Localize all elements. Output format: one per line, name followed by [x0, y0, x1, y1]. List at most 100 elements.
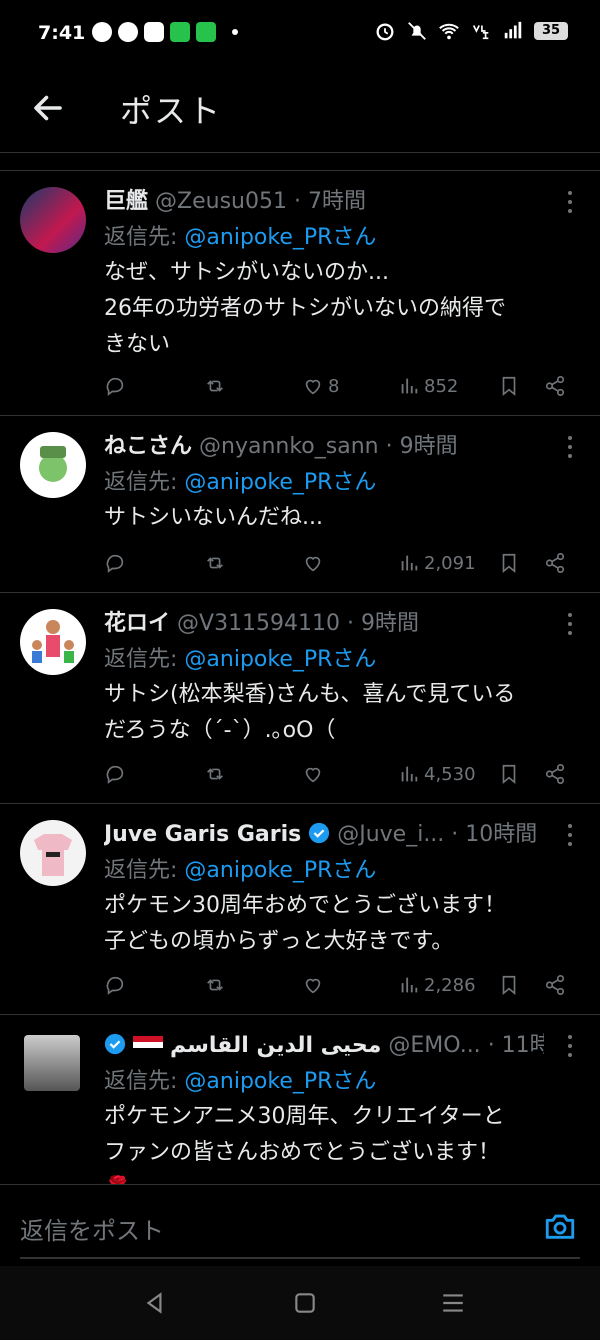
avatar[interactable] — [20, 820, 86, 886]
share-button[interactable] — [544, 759, 566, 789]
reply-prefix: 返信先: — [104, 647, 178, 672]
view-count: 2,286 — [424, 974, 476, 996]
views-icon — [401, 977, 418, 993]
views-button[interactable]: 2,286 — [398, 970, 476, 1000]
reply-feed[interactable]: 巨艦 @Zeusu051 · 7時間 返信先: @anipoke_PRさん なぜ… — [0, 170, 600, 1185]
like-button[interactable] — [302, 548, 324, 578]
bookmark-button[interactable] — [498, 548, 520, 578]
nav-back-icon[interactable] — [142, 1290, 168, 1316]
more-icon[interactable] — [566, 824, 574, 850]
like-button[interactable] — [302, 759, 324, 789]
more-icon[interactable] — [566, 1035, 574, 1061]
like-count: 8 — [328, 375, 340, 397]
post-line: ポケモン30周年おめでとうございます！ — [104, 893, 506, 918]
post-header: محيى الدين القاسم @EMO... · 11時間 — [104, 1027, 544, 1059]
input-underline — [20, 1257, 580, 1259]
post-text: サトシ(松本梨香)さんも、喜んで見ている だろうな（´-`）.｡oO（ — [104, 677, 574, 749]
share-icon — [545, 376, 565, 396]
view-count: 4,530 — [424, 763, 476, 785]
post-line: ファンの皆さんおめでとうございます！ — [104, 1140, 501, 1165]
share-icon — [545, 975, 565, 995]
post-text: なぜ、サトシがいないのか... 26年の功労者のサトシがいないの納得で きない — [104, 255, 574, 363]
repost-button[interactable] — [204, 759, 226, 789]
views-button[interactable]: 2,091 — [398, 548, 476, 578]
bookmark-icon — [502, 376, 516, 397]
back-arrow-icon[interactable] — [30, 90, 66, 126]
repost-icon — [207, 979, 223, 991]
avatar[interactable] — [20, 609, 86, 675]
views-button[interactable]: 4,530 — [398, 759, 476, 789]
reply-input[interactable]: 返信をポスト — [20, 1211, 164, 1246]
reply-button[interactable] — [104, 548, 126, 578]
post-time: · 9時間 — [385, 434, 458, 459]
reply-mention[interactable]: @anipoke_PRさん — [184, 225, 376, 250]
bookmark-button[interactable] — [498, 759, 520, 789]
user-handle[interactable]: @V311594110 — [177, 611, 340, 636]
post-line: ポケモンアニメ30周年、クリエイターと — [104, 1104, 505, 1129]
repost-button[interactable] — [204, 548, 226, 578]
share-button[interactable] — [544, 548, 566, 578]
more-icon[interactable] — [566, 191, 574, 217]
more-icon[interactable] — [566, 436, 574, 462]
share-button[interactable] — [544, 371, 566, 401]
camera-icon[interactable] — [542, 1209, 578, 1243]
display-name[interactable]: 巨艦 — [104, 189, 148, 214]
views-button[interactable]: 852 — [398, 371, 458, 401]
like-icon — [305, 978, 321, 994]
post-time: · 7時間 — [293, 189, 366, 214]
bookmark-button[interactable] — [498, 970, 520, 1000]
display-name[interactable]: محيى الدين القاسم — [170, 1033, 381, 1058]
reply-icon — [106, 377, 124, 396]
post-text: ポケモン30周年おめでとうございます！ 子どもの頃からずっと大好きです。 — [104, 888, 574, 960]
like-icon — [305, 767, 321, 783]
mute-icon — [408, 22, 426, 40]
volte-icon — [472, 25, 489, 40]
reply-button[interactable] — [104, 759, 126, 789]
reply-button[interactable] — [104, 371, 126, 401]
avatar[interactable] — [20, 187, 86, 253]
reply-to: 返信先: @anipoke_PRさん — [104, 852, 376, 884]
reply-prefix: 返信先: — [104, 225, 178, 250]
reply-mention[interactable]: @anipoke_PRさん — [184, 1069, 376, 1094]
bookmark-icon — [502, 553, 516, 574]
display-name[interactable]: 花ロイ — [104, 611, 170, 636]
repost-button[interactable] — [204, 371, 226, 401]
reply-post[interactable]: 巨艦 @Zeusu051 · 7時間 返信先: @anipoke_PRさん なぜ… — [0, 171, 600, 416]
reply-mention[interactable]: @anipoke_PRさん — [184, 858, 376, 883]
display-name[interactable]: ねこさん — [104, 434, 192, 459]
share-button[interactable] — [544, 970, 566, 1000]
reply-mention[interactable]: @anipoke_PRさん — [184, 647, 376, 672]
reply-post[interactable]: 花ロイ @V311594110 · 9時間 返信先: @anipoke_PRさん… — [0, 593, 600, 804]
post-line: だろうな（´-`）.｡oO（ — [104, 718, 336, 743]
repost-icon — [207, 768, 223, 780]
nav-menu-icon[interactable] — [440, 1290, 466, 1316]
user-handle[interactable]: @EMO... — [388, 1033, 480, 1058]
reply-post[interactable]: Juve Garis Garis @Juve_i... · 10時間 返信先: … — [0, 804, 600, 1015]
like-button[interactable]: 8 — [302, 371, 339, 401]
display-name[interactable]: Juve Garis Garis — [104, 822, 301, 847]
views-icon — [401, 555, 418, 571]
reply-mention[interactable]: @anipoke_PRさん — [184, 470, 376, 495]
bookmark-button[interactable] — [498, 371, 520, 401]
post-time: · 9時間 — [347, 611, 420, 636]
green-app-icon — [170, 22, 190, 42]
post-actions: 4,530 — [104, 759, 574, 789]
avatar[interactable] — [24, 1035, 80, 1091]
avatar[interactable] — [20, 432, 86, 498]
like-button[interactable] — [302, 970, 324, 1000]
post-header: Juve Garis Garis @Juve_i... · 10時間 — [104, 816, 544, 848]
repost-icon — [207, 380, 223, 392]
status-time: 7:41 — [38, 22, 86, 44]
post-line: 🌹 — [104, 1171, 574, 1185]
user-handle[interactable]: @Juve_i... — [337, 822, 444, 847]
user-handle[interactable]: @nyannko_sann — [199, 434, 379, 459]
more-icon[interactable] — [566, 613, 574, 639]
user-handle[interactable]: @Zeusu051 — [155, 189, 287, 214]
bookmark-icon — [502, 975, 516, 996]
line-app-icon — [92, 22, 112, 42]
repost-button[interactable] — [204, 970, 226, 1000]
reply-post[interactable]: ねこさん @nyannko_sann · 9時間 返信先: @anipoke_P… — [0, 416, 600, 593]
reply-button[interactable] — [104, 970, 126, 1000]
nav-home-icon[interactable] — [292, 1290, 318, 1316]
reply-post[interactable]: محيى الدين القاسم @EMO... · 11時間 返信先: @a… — [0, 1015, 600, 1185]
